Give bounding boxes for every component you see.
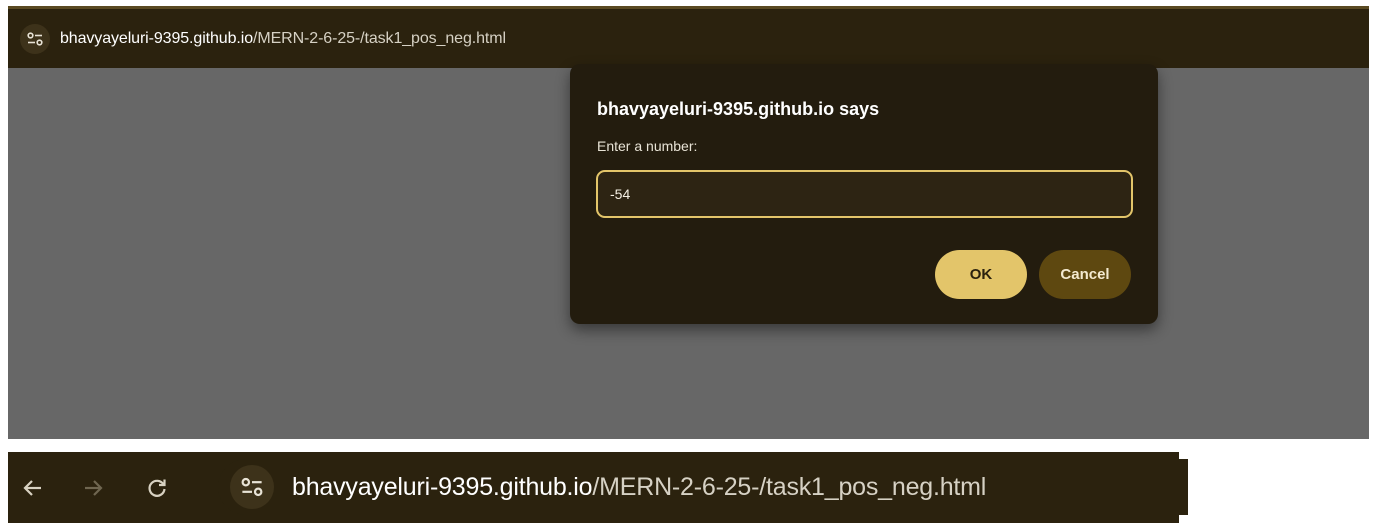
forward-button[interactable] <box>76 471 110 505</box>
arrow-right-icon <box>85 479 103 496</box>
tune-icon <box>27 31 43 46</box>
browser-toolbar-bottom: bhavyayeluri-9395.github.io/MERN-2-6-25-… <box>8 452 1188 523</box>
browser-viewport-top: bhavyayeluri-9395.github.io/MERN-2-6-25-… <box>8 6 1369 439</box>
prompt-dialog: bhavyayeluri-9395.github.io says Enter a… <box>570 64 1158 324</box>
dialog-title: bhavyayeluri-9395.github.io says <box>597 99 880 119</box>
reload-icon <box>148 479 166 497</box>
arrow-left-icon <box>23 479 41 496</box>
dialog-message: Enter a number: <box>597 138 698 154</box>
url-path: /MERN-2-6-25-/task1_pos_neg.html <box>253 29 506 47</box>
url-text-top[interactable]: bhavyayeluri-9395.github.io/MERN-2-6-25-… <box>60 30 506 48</box>
url-text-bottom[interactable]: bhavyayeluri-9395.github.io/MERN-2-6-25-… <box>292 473 986 502</box>
url-path: /MERN-2-6-25-/task1_pos_neg.html <box>592 472 987 501</box>
url-host: bhavyayeluri-9395.github.io <box>60 29 253 47</box>
address-bar-bottom[interactable]: bhavyayeluri-9395.github.io/MERN-2-6-25-… <box>218 459 1188 515</box>
site-info-button-bottom[interactable] <box>230 465 274 509</box>
address-bar-top[interactable]: bhavyayeluri-9395.github.io/MERN-2-6-25-… <box>8 6 1369 68</box>
back-button[interactable] <box>16 471 50 505</box>
site-info-button[interactable] <box>20 23 50 54</box>
prompt-input[interactable] <box>596 170 1133 218</box>
tune-icon <box>241 477 263 497</box>
url-host: bhavyayeluri-9395.github.io <box>292 472 593 501</box>
cancel-button[interactable]: Cancel <box>1039 250 1131 299</box>
ok-button[interactable]: OK <box>935 250 1027 299</box>
reload-button[interactable] <box>140 471 174 505</box>
